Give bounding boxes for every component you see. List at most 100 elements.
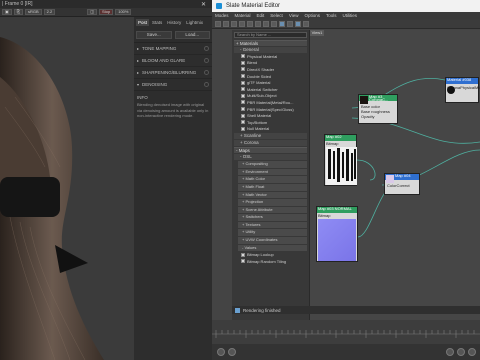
material-type-icon	[241, 87, 245, 92]
assign-material-icon[interactable]	[231, 20, 237, 27]
menu-material[interactable]: Material	[235, 13, 251, 18]
layout-children-icon[interactable]	[279, 20, 285, 27]
search-input[interactable]: Search by Name ...	[234, 32, 307, 38]
list-item[interactable]: + Textures	[238, 221, 307, 229]
menu-select[interactable]: Select	[270, 13, 283, 18]
save-button[interactable]: Save...	[136, 31, 172, 39]
select-tool-icon[interactable]	[215, 20, 221, 27]
material-node[interactable]: Material #038 CoronaPhysicalMtl	[445, 77, 480, 103]
list-item[interactable]: glTF Material	[234, 79, 307, 86]
list-item[interactable]: + Math Float	[238, 183, 307, 191]
list-item-label: + Compositing	[242, 161, 268, 167]
list-item[interactable]: Multi/Sub-Object	[234, 93, 307, 100]
section-sharpening[interactable]: ▸ SHARPENING/BLURRING	[134, 67, 212, 79]
pick-material-icon[interactable]	[223, 20, 229, 27]
material-type-icon	[241, 54, 245, 59]
stop-button[interactable]: Stop	[99, 9, 114, 15]
render-toolbar: ▣ ⎘ sRGB 2.2 ◫ Stop 100%	[0, 8, 212, 17]
menu-options[interactable]: Options	[305, 13, 321, 18]
material-type-icon	[241, 100, 245, 105]
menu-edit[interactable]: Edit	[257, 13, 265, 18]
values-category[interactable]: - Values	[238, 244, 307, 252]
copy-icon[interactable]: ⎘	[13, 9, 23, 15]
move-children-icon[interactable]	[247, 20, 253, 27]
layout-all-icon[interactable]	[271, 20, 277, 27]
parameter-editor-icon[interactable]	[295, 20, 301, 27]
auto-key-icon[interactable]	[228, 348, 236, 356]
select-by-material-icon[interactable]	[303, 20, 309, 27]
list-item[interactable]: Bitmap Lookup	[234, 251, 307, 258]
list-item[interactable]: + Math Vector	[238, 191, 307, 199]
section-bloom-glare[interactable]: ▸ BLOOM AND GLARE	[134, 55, 212, 67]
map-thumbnail-icon	[386, 175, 394, 183]
list-item[interactable]: + UVW Coordinates	[238, 237, 307, 244]
color-mode-select[interactable]: sRGB	[24, 9, 42, 15]
key-mode-icon[interactable]	[217, 348, 225, 356]
show-map-icon[interactable]	[263, 20, 269, 27]
tab-post[interactable]: Post	[136, 19, 150, 26]
section-toggle[interactable]	[204, 82, 209, 87]
region-icon[interactable]: ◫	[87, 9, 97, 15]
material-map-navigator-icon[interactable]	[287, 20, 293, 27]
list-item[interactable]: Material Switcher	[234, 86, 307, 93]
list-item[interactable]: PBR Material(Metal/Rou...	[234, 99, 307, 106]
list-item-label: + Switchers	[242, 214, 263, 220]
osl-category[interactable]: - OSL	[234, 154, 307, 161]
tab-history[interactable]: History	[165, 19, 183, 26]
scanline-category[interactable]: + Scanline	[234, 133, 307, 140]
load-button[interactable]: Load...	[174, 31, 210, 39]
list-item[interactable]: Blend	[234, 60, 307, 67]
orbit-icon[interactable]	[468, 348, 476, 356]
list-item-label: Top/Bottom	[247, 119, 268, 125]
gamma-field[interactable]: 2.2	[43, 9, 56, 15]
list-item[interactable]: Null Material	[234, 126, 307, 133]
menu-modes[interactable]: Modes	[215, 13, 229, 18]
delete-icon[interactable]	[239, 20, 245, 27]
list-item[interactable]: Physical Material	[234, 53, 307, 60]
node-view[interactable]: View1 Material #038 CoronaPhysicalMtl Ma…	[310, 30, 480, 320]
save-image-icon[interactable]: ▣	[2, 9, 12, 15]
list-item[interactable]: Shell Material	[234, 112, 307, 119]
material-type-icon	[241, 80, 245, 85]
list-item[interactable]: + Compositing	[238, 161, 307, 168]
list-item[interactable]: + Projection	[238, 199, 307, 206]
list-item[interactable]: Top/Bottom	[234, 119, 307, 126]
map-thumbnail-icon	[360, 96, 368, 104]
hide-slots-icon[interactable]	[255, 20, 261, 27]
map-node-normal[interactable]: Map #03 NORMAL Bitmap	[316, 206, 358, 262]
list-item[interactable]: + Utility	[238, 229, 307, 237]
list-item[interactable]: Double Sided	[234, 73, 307, 80]
zoom-extents-icon[interactable]	[457, 348, 465, 356]
materials-category[interactable]: + Materials	[234, 40, 307, 46]
list-item[interactable]: + Scene Attribute	[238, 206, 307, 214]
map-node-corona-color[interactable]: Map #3 CoronaC... Base color Base roughn…	[358, 94, 398, 124]
close-icon[interactable]: ✕	[201, 1, 206, 8]
play-icon[interactable]	[446, 348, 454, 356]
section-tone-mapping[interactable]: ▸ TONE MAPPING	[134, 43, 212, 55]
corona-category[interactable]: + Corona	[234, 140, 307, 147]
list-item[interactable]: + Math Color	[238, 176, 307, 183]
list-item[interactable]: + Environment	[238, 168, 307, 176]
list-item[interactable]: DirectX Shader	[234, 66, 307, 73]
menu-tools[interactable]: Tools	[326, 13, 337, 18]
list-item[interactable]: Bitmap Random Tiling	[234, 258, 307, 265]
zoom-field[interactable]: 100%	[115, 9, 132, 15]
timeline-track[interactable]	[212, 320, 480, 344]
section-toggle[interactable]	[204, 46, 209, 51]
list-item-label: + Scene Attribute	[242, 206, 273, 212]
maps-category[interactable]: - Maps	[234, 147, 307, 154]
material-type-icon	[241, 120, 245, 125]
denoise-info: INFO Blending denoised image with origin…	[134, 91, 212, 123]
menu-utilities[interactable]: Utilities	[343, 13, 358, 18]
section-toggle[interactable]	[204, 58, 209, 63]
menu-view[interactable]: View	[289, 13, 299, 18]
section-denoising[interactable]: ▾ DENOISING	[134, 79, 212, 91]
tab-lightmix[interactable]: Lightmix	[184, 19, 205, 26]
render-frame-window: | Frame 0 [IR] ✕ ▣ ⎘ sRGB 2.2 ◫ Stop 100…	[0, 0, 212, 360]
map-node-bitmap-hair[interactable]: Map #02 Bitmap	[324, 134, 357, 186]
map-node-colorcorrect[interactable]: Map #04 ColorCorrect	[384, 173, 420, 195]
list-item[interactable]: PBR Material(Spec/Gloss)	[234, 106, 307, 113]
section-toggle[interactable]	[204, 70, 209, 75]
tab-stats[interactable]: Stats	[150, 19, 164, 26]
list-item[interactable]: + Switchers	[238, 214, 307, 221]
